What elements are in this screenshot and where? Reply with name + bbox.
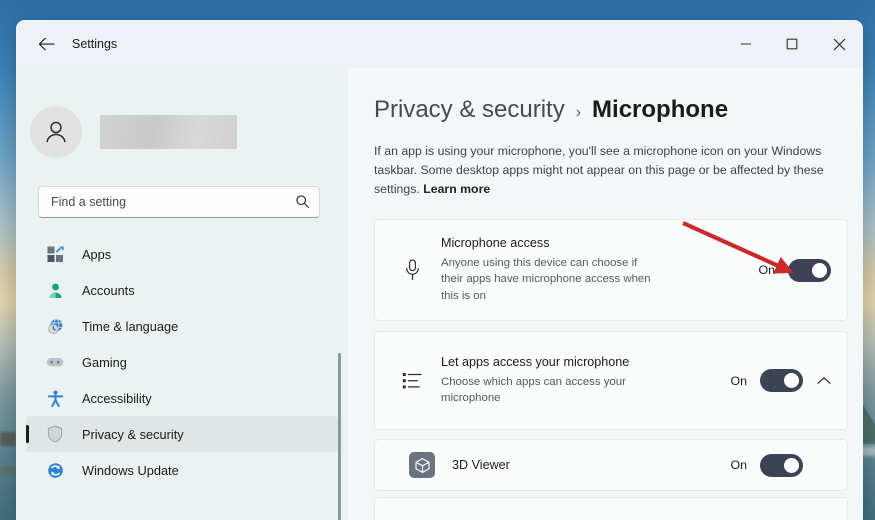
sidebar-item-privacy-security[interactable]: Privacy & security [26, 416, 338, 452]
selection-pill [26, 425, 29, 443]
3d-viewer-toggle[interactable] [760, 454, 803, 477]
back-button[interactable] [28, 28, 64, 60]
caption-buttons [723, 20, 863, 68]
card-title: 3D Viewer [452, 458, 730, 472]
toggle-state-label: On [730, 458, 747, 472]
sidebar-item-windows-update[interactable]: Windows Update [26, 452, 338, 488]
sidebar-item-apps[interactable]: Apps [26, 236, 338, 272]
card-title: Let apps access your microphone [441, 355, 730, 371]
toggle-knob [812, 263, 827, 278]
sidebar: Apps Accounts [16, 68, 348, 520]
breadcrumb-parent[interactable]: Privacy & security [374, 96, 565, 124]
toggle-knob [784, 373, 799, 388]
learn-more-link[interactable]: Learn more [423, 182, 490, 196]
search-icon [295, 194, 310, 214]
breadcrumb-separator: › [576, 104, 581, 122]
microphone-access-toggle-group: On [758, 259, 831, 282]
page-description: If an app is using your microphone, you'… [374, 142, 844, 199]
card-next-app-partial [374, 497, 848, 520]
3d-viewer-toggle-group: On [730, 454, 831, 477]
toggle-state-label: On [758, 263, 775, 277]
settings-window: Settings [16, 20, 863, 520]
microphone-icon [397, 259, 427, 281]
time-language-icon [44, 316, 66, 336]
gaming-icon [44, 352, 66, 372]
sidebar-scrollbar[interactable] [338, 353, 341, 520]
let-apps-toggle-group: On [730, 369, 831, 392]
shield-icon [44, 424, 66, 444]
list-icon [397, 372, 427, 390]
close-button[interactable] [815, 20, 863, 68]
toggle-state-label: On [730, 374, 747, 388]
sidebar-item-label: Accessibility [82, 391, 152, 406]
accessibility-icon [44, 388, 66, 408]
sidebar-item-label: Gaming [82, 355, 127, 370]
page-title: Microphone [592, 96, 728, 124]
sidebar-item-label: Accounts [82, 283, 135, 298]
card-title: Microphone access [441, 236, 758, 252]
main-content: Privacy & security › Microphone If an ap… [348, 68, 863, 520]
person-icon [41, 117, 71, 147]
accounts-icon [44, 280, 66, 300]
toggle-knob [784, 458, 799, 473]
apps-icon [44, 244, 66, 264]
maximize-button[interactable] [769, 20, 815, 68]
minimize-button[interactable] [723, 20, 769, 68]
card-microphone-access: Microphone access Anyone using this devi… [374, 219, 848, 321]
microphone-access-toggle[interactable] [788, 259, 831, 282]
card-subtitle: Choose which apps can access your microp… [441, 374, 656, 406]
window-title: Settings [72, 37, 117, 51]
maximize-icon [786, 38, 798, 50]
search-input[interactable] [51, 195, 281, 209]
sidebar-item-label: Apps [82, 247, 111, 262]
desktop-wallpaper: Settings [0, 0, 875, 520]
profile-section[interactable] [30, 106, 348, 158]
sidebar-item-label: Privacy & security [82, 427, 184, 442]
sidebar-item-accounts[interactable]: Accounts [26, 272, 338, 308]
sidebar-item-label: Windows Update [82, 463, 179, 478]
back-arrow-icon [38, 37, 55, 52]
minimize-icon [740, 38, 752, 50]
chevron-up-icon[interactable] [817, 376, 831, 386]
wallpaper-shore-left-2 [0, 466, 16, 475]
sidebar-item-gaming[interactable]: Gaming [26, 344, 338, 380]
breadcrumb: Privacy & security › Microphone [374, 96, 863, 124]
search-box[interactable] [38, 186, 320, 218]
wallpaper-shore-left [0, 432, 16, 446]
sidebar-nav: Apps Accounts [16, 236, 348, 488]
avatar [30, 106, 82, 158]
cube-app-icon [409, 452, 435, 478]
card-let-apps-access-microphone: Let apps access your microphone Choose w… [374, 331, 848, 430]
sidebar-item-label: Time & language [82, 319, 178, 334]
card-app-3d-viewer: 3D Viewer On [374, 439, 848, 491]
sidebar-item-time-language[interactable]: Time & language [26, 308, 338, 344]
sidebar-item-accessibility[interactable]: Accessibility [26, 380, 338, 416]
let-apps-access-toggle[interactable] [760, 369, 803, 392]
title-bar: Settings [16, 20, 863, 68]
account-name-redacted [100, 115, 237, 149]
windows-update-icon [44, 460, 66, 480]
card-subtitle: Anyone using this device can choose if t… [441, 255, 656, 304]
close-icon [833, 38, 846, 51]
